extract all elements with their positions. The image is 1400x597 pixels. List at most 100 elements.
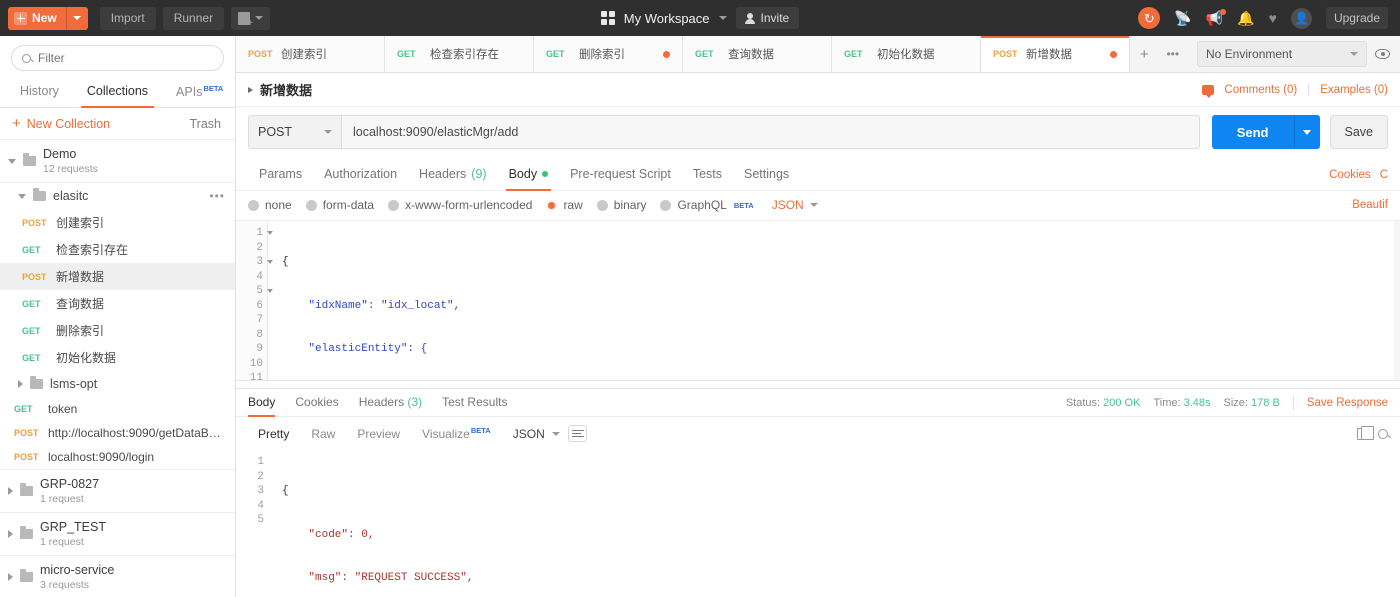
body-format-select[interactable]: JSON	[772, 198, 818, 212]
url-input[interactable]	[341, 115, 1200, 149]
body-type-none[interactable]: none	[248, 198, 292, 212]
send-dropdown-button[interactable]	[1293, 115, 1320, 149]
avatar[interactable]: 👤	[1290, 7, 1312, 29]
method-select[interactable]: POST	[248, 115, 341, 149]
chevron-down-icon[interactable]	[18, 193, 26, 199]
code-link[interactable]: C	[1380, 169, 1388, 181]
sync-icon[interactable]: ↻	[1138, 7, 1161, 29]
response-tab-headers[interactable]: Headers (3)	[349, 389, 432, 416]
notifications-activity-icon[interactable]: 📢	[1206, 9, 1227, 25]
response-view-preview[interactable]: Preview	[347, 424, 410, 444]
copy-icon[interactable]	[1357, 426, 1374, 440]
body-type-graphql-label: GraphQL	[677, 198, 727, 212]
add-tab-button[interactable]: +	[1130, 36, 1159, 72]
chevron-right-icon[interactable]	[248, 86, 253, 93]
response-tab-cookies[interactable]: Cookies	[285, 389, 348, 416]
collection-grp-0827[interactable]: GRP-0827 1 request	[0, 470, 235, 514]
save-response-button[interactable]: Save Response	[1307, 397, 1388, 409]
tab-init-data[interactable]: GET 初始化数据	[832, 36, 981, 72]
tab-pre-request-script[interactable]: Pre-request Script	[559, 159, 682, 190]
chevron-right-icon[interactable]	[8, 487, 13, 496]
send-button[interactable]: Send	[1211, 115, 1294, 149]
body-type-binary[interactable]: binary	[596, 198, 646, 212]
cookies-link[interactable]: Cookies	[1329, 169, 1371, 181]
runner-button[interactable]: Runner	[162, 6, 225, 30]
new-collection-button[interactable]: + New Collection	[12, 116, 110, 131]
folder-more-icon[interactable]: •••	[209, 189, 225, 203]
folder-elasitc[interactable]: elasitc •••	[0, 183, 235, 209]
new-button[interactable]: New	[8, 6, 66, 30]
tab-authorization[interactable]: Authorization	[313, 159, 408, 190]
tab-create-index[interactable]: POST 创建索引	[236, 36, 385, 72]
sidebar-request-delete-index[interactable]: GET 删除索引	[0, 317, 235, 344]
body-type-graphql[interactable]: GraphQL BETA	[660, 198, 754, 212]
chevron-right-icon[interactable]	[8, 573, 13, 582]
collection-micro-service[interactable]: micro-service 3 requests	[0, 556, 235, 597]
tab-delete-index[interactable]: GET 删除索引	[534, 36, 683, 72]
body-type-urlencoded[interactable]: x-www-form-urlencoded	[388, 198, 532, 212]
response-tab-test-results[interactable]: Test Results	[432, 389, 517, 416]
response-body-editor[interactable]: 1 2 3 4 5 { "code": 0, "msg": "REQUEST S…	[236, 450, 1400, 597]
examples-link[interactable]: Examples (0)	[1320, 84, 1388, 96]
sidebar-request-init-data[interactable]: GET 初始化数据	[0, 344, 235, 371]
sidebar-request-check-index[interactable]: GET 检查索引存在	[0, 236, 235, 263]
request-body-code[interactable]: { "idxName": "idx_locat", "elasticEntity…	[268, 221, 1400, 380]
collection-demo[interactable]: Demo 12 requests	[0, 140, 235, 184]
body-type-form-data[interactable]: form-data	[305, 198, 374, 212]
workspace-name[interactable]: My Workspace	[624, 11, 710, 26]
upgrade-button[interactable]: Upgrade	[1325, 7, 1388, 29]
sidebar-request-add-data[interactable]: POST 新增数据	[0, 263, 235, 291]
body-type-raw[interactable]: raw	[546, 198, 583, 212]
eye-icon[interactable]	[1375, 49, 1390, 59]
sidebar-request-getdatabytoken[interactable]: POST http://localhost:9090/getDataByTok.…	[0, 421, 235, 445]
response-view-visualize[interactable]: VisualizeBETA	[412, 423, 501, 444]
tab-headers[interactable]: Headers (9)	[408, 159, 498, 190]
tab-more-button[interactable]: •••	[1159, 36, 1188, 72]
import-button[interactable]: Import	[99, 6, 156, 30]
chevron-right-icon[interactable]	[8, 530, 13, 539]
search-box[interactable]	[11, 45, 224, 71]
response-view-raw[interactable]: Raw	[301, 424, 345, 444]
sidebar-tab-collections[interactable]: Collections	[73, 78, 162, 109]
environment-select[interactable]: No Environment	[1197, 41, 1367, 67]
sidebar-request-query-data[interactable]: GET 查询数据	[0, 290, 235, 317]
tab-params[interactable]: Params	[248, 159, 313, 190]
chevron-down-icon[interactable]	[8, 158, 16, 164]
wrap-lines-icon[interactable]	[567, 425, 587, 442]
search-input[interactable]	[38, 51, 213, 65]
comment-icon[interactable]	[1202, 84, 1215, 98]
tab-tests[interactable]: Tests	[682, 159, 733, 190]
tab-add-data[interactable]: POST 新增数据	[981, 36, 1130, 72]
invite-button[interactable]: Invite	[735, 7, 800, 29]
sidebar-request-create-index[interactable]: POST 创建索引	[0, 209, 235, 236]
trash-button[interactable]: Trash	[190, 117, 222, 131]
bell-icon[interactable]: 🔔	[1237, 11, 1254, 25]
tab-settings[interactable]: Settings	[733, 159, 800, 190]
save-button[interactable]: Save	[1329, 115, 1388, 149]
sidebar-tab-history[interactable]: History	[6, 78, 73, 107]
tab-body[interactable]: Body	[498, 159, 560, 191]
chevron-right-icon[interactable]	[18, 380, 23, 389]
editor-bottom-bar	[236, 380, 1400, 388]
tab-check-index[interactable]: GET 检查索引存在	[385, 36, 534, 72]
response-view-pretty[interactable]: Pretty	[248, 424, 299, 444]
heart-icon[interactable]: ♥	[1269, 11, 1277, 25]
chevron-down-icon[interactable]	[718, 16, 727, 20]
response-format-select[interactable]: JSON	[513, 427, 560, 441]
new-dropdown-button[interactable]	[65, 6, 88, 30]
response-tab-body[interactable]: Body	[248, 389, 285, 417]
request-label: 新增数据	[56, 270, 105, 285]
request-body-editor[interactable]: 1 2 3 4 5 6 7 8 9 10 11 12 13 14 15	[236, 220, 1400, 380]
satellite-icon[interactable]: 📡	[1174, 11, 1191, 25]
sidebar-tab-apis[interactable]: APIsBETA	[162, 78, 237, 107]
editor-scrollbar[interactable]	[1394, 221, 1400, 380]
folder-lsms-opt[interactable]: lsms-opt	[0, 371, 235, 397]
search-icon[interactable]	[1378, 428, 1388, 439]
tab-query-data[interactable]: GET 查询数据	[683, 36, 832, 72]
comments-link[interactable]: Comments (0)	[1224, 84, 1297, 96]
sidebar-request-login[interactable]: POST localhost:9090/login	[0, 445, 235, 471]
new-window-button[interactable]	[231, 6, 271, 30]
beautify-button[interactable]: Beautif	[1352, 199, 1388, 211]
collection-grp-test[interactable]: GRP_TEST 1 request	[0, 513, 235, 557]
sidebar-request-token[interactable]: GET token	[0, 397, 235, 421]
